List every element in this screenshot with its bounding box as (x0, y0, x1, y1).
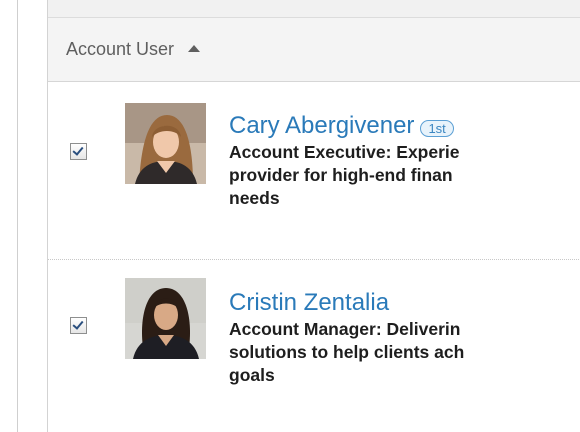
row-select-checkbox[interactable] (70, 143, 87, 160)
left-rail (0, 0, 18, 432)
column-header-label: Account User (66, 39, 175, 59)
contact-info: Cary Abergivener 1st Account Executive: … (229, 112, 580, 209)
connection-degree-badge: 1st (420, 119, 454, 137)
name-line: Cary Abergivener 1st (229, 112, 580, 140)
avatar[interactable] (125, 103, 206, 184)
headline-line-3: goals (229, 365, 275, 385)
headline-line-2: provider for high-end finan (229, 165, 453, 185)
column-header-account-user[interactable]: Account User (48, 18, 580, 82)
headline-line-1: Account Manager: Deliverin (229, 319, 461, 339)
headline-line-1: Account Executive: Experie (229, 142, 460, 162)
sort-ascending-icon[interactable] (188, 45, 201, 52)
checkmark-icon (72, 144, 84, 156)
contact-name-link[interactable]: Cristin Zentalia (229, 289, 389, 317)
name-line: Cristin Zentalia (229, 289, 580, 317)
table-row: Cary Abergivener 1st Account Executive: … (48, 83, 580, 260)
contact-name-link[interactable]: Cary Abergivener (229, 112, 414, 140)
connections-table: Account User Cary Abergivener 1st Accoun (47, 0, 580, 432)
table-row: Cristin Zentalia Account Manager: Delive… (48, 261, 580, 432)
contact-info: Cristin Zentalia Account Manager: Delive… (229, 289, 580, 386)
headline-line-3: needs (229, 188, 280, 208)
headline-line-2: solutions to help clients ach (229, 342, 465, 362)
checkmark-icon (72, 318, 84, 330)
row-select-checkbox[interactable] (70, 317, 87, 334)
avatar[interactable] (125, 278, 206, 359)
table-top-strip (48, 0, 580, 18)
